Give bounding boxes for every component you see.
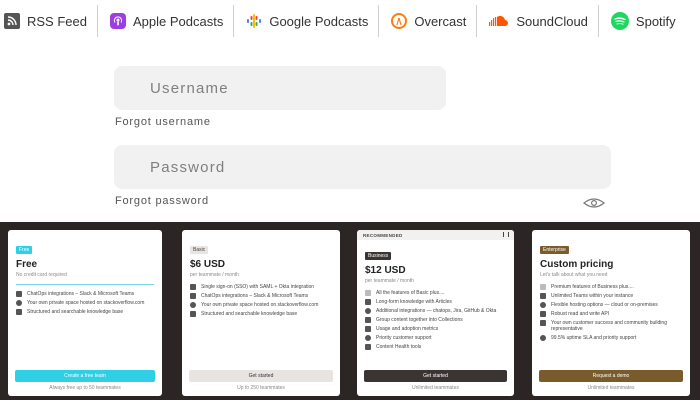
feature-item: Group content together into Collections xyxy=(365,317,506,323)
show-password-icon[interactable] xyxy=(583,196,605,214)
plan-card-enterprise: Enterprise Custom pricing Let's talk abo… xyxy=(532,230,690,396)
password-placeholder: Password xyxy=(150,159,226,176)
plan-price: $6 USD xyxy=(190,259,226,270)
feature-item: Robust read and write API xyxy=(540,311,682,317)
plan-subtitle: per teammate / month xyxy=(365,278,414,284)
apple-podcasts-icon xyxy=(109,13,126,29)
plan-subtitle: No credit card required xyxy=(16,272,67,278)
create-free-team-button[interactable]: Create a free team xyxy=(15,370,155,382)
podcast-link-label: RSS Feed xyxy=(27,13,87,29)
users-icon xyxy=(540,293,546,299)
podcast-link-apple[interactable]: Apple Podcasts xyxy=(98,0,233,42)
podcast-link-google[interactable]: Google Podcasts xyxy=(234,0,378,42)
business-get-started-button[interactable]: Get started xyxy=(364,370,507,382)
collection-icon xyxy=(365,317,371,323)
plan-price: Free xyxy=(16,259,38,270)
podcast-link-label: Overcast xyxy=(414,13,467,29)
book-icon xyxy=(190,311,196,317)
forgot-password-link[interactable]: Forgot password xyxy=(115,195,209,207)
feature-item: Additional integrations — chatops, Jira,… xyxy=(365,308,506,314)
feature-item: Usage and adoption metrics xyxy=(365,326,506,332)
feature-item: Your own private space hosted on stackov… xyxy=(16,300,154,306)
podcast-link-label: Spotify xyxy=(635,13,676,29)
spotify-icon xyxy=(610,12,629,30)
feature-item: Content Health tools xyxy=(365,344,506,350)
chat-icon xyxy=(16,291,22,297)
uptime-icon xyxy=(540,335,546,341)
google-podcasts-icon xyxy=(246,13,262,29)
feature-item: Priority customer support xyxy=(365,335,506,341)
support-icon xyxy=(365,335,371,341)
soundcloud-icon xyxy=(489,13,509,29)
chat-icon xyxy=(190,293,196,299)
plan-badge: Free xyxy=(16,246,33,254)
plan-subtitle: per teammate / month xyxy=(190,272,239,278)
plan-price: Custom pricing xyxy=(540,259,614,270)
podcast-link-rss[interactable]: RSS Feed xyxy=(0,0,97,42)
feature-item: Premium features of Business plus.... xyxy=(540,284,682,290)
plus-icon xyxy=(365,290,371,296)
feature-item: ChatOps integrations – Slack & Microsoft… xyxy=(16,291,154,297)
article-icon xyxy=(365,299,371,305)
health-icon xyxy=(365,344,371,350)
feature-item: Your own private space hosted on stackov… xyxy=(190,302,332,308)
plan-card-basic: Basic $6 USD per teammate / month Single… xyxy=(182,230,340,396)
username-field[interactable]: Username xyxy=(114,66,446,110)
podcast-link-overcast[interactable]: Overcast xyxy=(379,0,476,42)
chart-icon xyxy=(365,326,371,332)
password-field[interactable]: Password xyxy=(114,145,611,189)
cloud-icon xyxy=(540,302,546,308)
divider xyxy=(16,284,154,285)
plan-badge: Basic xyxy=(190,246,209,254)
podcast-link-label: SoundCloud xyxy=(516,13,588,29)
feature-item: All the features of Basic plus.... xyxy=(365,290,506,296)
podcast-link-soundcloud[interactable]: SoundCloud xyxy=(477,0,598,42)
podcast-link-label: Google Podcasts xyxy=(269,13,369,29)
code-icon xyxy=(540,311,546,317)
recommended-ribbon: RECOMMENDED xyxy=(357,230,514,240)
feature-item: Your own customer success and community … xyxy=(540,320,682,332)
plan-card-free: Free Free No credit card required ChatOp… xyxy=(8,230,162,396)
feature-item: Unlimited Teams within your instance xyxy=(540,293,682,299)
feature-item: Single sign-on (SSO) with SAML + Okta in… xyxy=(190,284,332,290)
plan-badge: Business xyxy=(365,252,392,260)
shield-icon xyxy=(190,302,196,308)
overcast-icon xyxy=(391,13,408,29)
shield-icon xyxy=(16,300,22,306)
recommended-label: RECOMMENDED xyxy=(363,233,403,238)
person-icon xyxy=(540,320,546,326)
basic-get-started-button[interactable]: Get started xyxy=(189,370,333,382)
feature-item: Flexible hosting options — cloud or on-p… xyxy=(540,302,682,308)
podcast-links-bar: RSS Feed Apple Podcasts Google Podcasts … xyxy=(0,0,700,42)
plan-badge: Enterprise xyxy=(540,246,569,254)
pricing-section: Free Free No credit card required ChatOp… xyxy=(0,222,700,400)
plan-footnote: Unlimited teammates xyxy=(412,385,459,391)
podcast-link-label: Apple Podcasts xyxy=(132,13,224,29)
podcast-link-spotify[interactable]: Spotify xyxy=(599,0,686,42)
integration-icon xyxy=(365,308,371,314)
request-demo-button[interactable]: Request a demo xyxy=(539,370,683,382)
feature-item: Long-form knowledge with Articles xyxy=(365,299,506,305)
plus-icon xyxy=(540,284,546,290)
bars-icon xyxy=(503,232,509,237)
feature-item: ChatOps integrations – Slack & Microsoft… xyxy=(190,293,332,299)
plan-footnote: Always free up to 50 teammates xyxy=(49,385,121,391)
plan-card-business: RECOMMENDED Business $12 USD per teammat… xyxy=(357,230,514,396)
key-icon xyxy=(190,284,196,290)
username-placeholder: Username xyxy=(150,80,229,97)
rss-icon xyxy=(4,13,20,29)
plan-footnote: Unlimited teammates xyxy=(587,385,635,391)
feature-item: 99.5% uptime SLA and priority support xyxy=(540,335,682,341)
feature-item: Structured and searchable knowledge base xyxy=(190,311,332,317)
feature-item: Structured and searchable knowledge base xyxy=(16,309,154,315)
plan-price: $12 USD xyxy=(365,265,406,276)
plan-subtitle: Let's talk about what you need xyxy=(540,272,608,278)
plan-footnote: Up to 250 teammates xyxy=(237,385,285,391)
forgot-username-link[interactable]: Forgot username xyxy=(115,116,211,128)
book-icon xyxy=(16,309,22,315)
